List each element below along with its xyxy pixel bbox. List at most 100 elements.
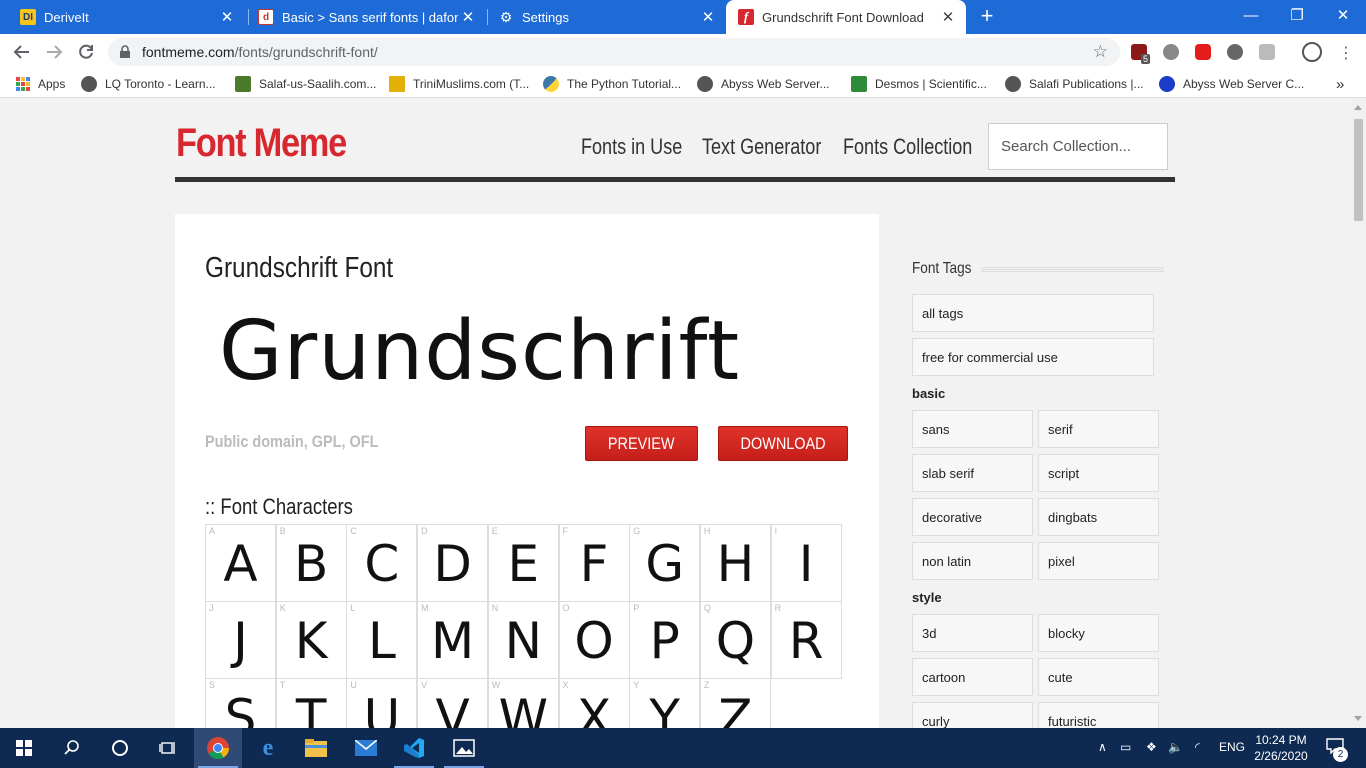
profile-avatar[interactable]	[1302, 42, 1322, 62]
bookmark-label: Salafi Publications |...	[1029, 77, 1144, 91]
tag-decorative[interactable]: decorative	[912, 498, 1033, 536]
character-cell: QQ	[699, 601, 771, 679]
taskbar-edge[interactable]: e	[244, 728, 292, 768]
taskbar-chrome[interactable]	[194, 728, 242, 768]
tag-non-latin[interactable]: non latin	[912, 542, 1033, 580]
tag-futuristic[interactable]: futuristic	[1038, 702, 1159, 728]
bookmark-abyss-web-server-c[interactable]: Abyss Web Server C...	[1159, 76, 1304, 92]
cortana-button[interactable]	[96, 728, 144, 768]
tag-serif[interactable]: serif	[1038, 410, 1159, 448]
bookmark-salafi-publications[interactable]: Salafi Publications |...	[1005, 76, 1144, 92]
address-bar[interactable]: fontmeme.com/fonts/grundschrift-font/ ☆	[108, 38, 1120, 66]
character-glyph: G	[645, 535, 685, 593]
download-button[interactable]: DOWNLOAD	[718, 426, 848, 461]
character-cell: LL	[346, 601, 418, 679]
bookmark-lq-toronto[interactable]: LQ Toronto - Learn...	[81, 76, 216, 92]
wifi-icon[interactable]: ◜	[1195, 740, 1200, 754]
tag-slab-serif[interactable]: slab serif	[912, 454, 1033, 492]
site-logo[interactable]: Font Meme	[176, 121, 347, 166]
search-collection-input[interactable]	[988, 123, 1168, 170]
extension-icon[interactable]	[1259, 44, 1275, 60]
character-glyph: Y	[649, 689, 680, 728]
taskbar-vscode[interactable]	[390, 728, 438, 768]
taskbar-file-explorer[interactable]	[292, 728, 340, 768]
tab-settings[interactable]: ⚙ Settings ✕	[478, 0, 726, 34]
extension-icon[interactable]	[1227, 44, 1243, 60]
tag-3d[interactable]: 3d	[912, 614, 1033, 652]
bookmark-trinimuslims[interactable]: TriniMuslims.com (T...	[389, 76, 529, 92]
bookmark-salaf-us-saalih[interactable]: Salaf-us-Saalih.com...	[235, 76, 376, 92]
character-cell: XX	[558, 678, 630, 728]
clock[interactable]: 10:24 PM 2/26/2020	[1248, 732, 1314, 764]
close-icon[interactable]: ✕	[698, 8, 718, 26]
menu-dots-icon[interactable]: ⋮	[1338, 43, 1354, 63]
extension-icon[interactable]	[1163, 44, 1179, 60]
nav-text-generator[interactable]: Text Generator	[702, 134, 821, 160]
bookmark-star-icon[interactable]: ☆	[1093, 42, 1108, 62]
character-glyph: N	[504, 612, 542, 670]
close-icon[interactable]: ✕	[217, 8, 237, 26]
tag-pixel[interactable]: pixel	[1038, 542, 1159, 580]
tag-cartoon[interactable]: cartoon	[912, 658, 1033, 696]
tag-curly[interactable]: curly	[912, 702, 1033, 728]
character-cell: EE	[487, 524, 559, 602]
tag-all-tags[interactable]: all tags	[912, 294, 1154, 332]
tab-dafont[interactable]: d Basic > Sans serif fonts | dafont.c ✕	[238, 0, 486, 34]
bookmark-abyss-web-server[interactable]: Abyss Web Server...	[697, 76, 830, 92]
page-scrollbar[interactable]	[1350, 99, 1366, 728]
character-cell: ZZ	[699, 678, 771, 728]
python-icon	[543, 76, 559, 92]
mail-icon	[355, 740, 377, 756]
nav-fonts-collection[interactable]: Fonts Collection	[843, 134, 972, 160]
tag-dingbats[interactable]: dingbats	[1038, 498, 1159, 536]
scrollbar-thumb[interactable]	[1354, 119, 1363, 221]
reload-button[interactable]	[74, 40, 98, 64]
forward-button[interactable]	[42, 40, 66, 64]
start-button[interactable]	[0, 728, 48, 768]
youtube-extension-icon[interactable]	[1195, 44, 1211, 60]
new-tab-button[interactable]: +	[976, 5, 998, 29]
task-view-button[interactable]	[144, 728, 192, 768]
tag-blocky[interactable]: blocky	[1038, 614, 1159, 652]
vscode-icon	[404, 738, 424, 758]
scroll-down-arrow[interactable]	[1354, 716, 1362, 721]
volume-icon[interactable]: 🔈	[1168, 740, 1183, 754]
close-icon[interactable]: ✕	[938, 8, 958, 26]
minimize-button[interactable]: —	[1228, 0, 1274, 30]
input-language[interactable]: ENG	[1219, 740, 1245, 754]
bookmark-python-tutorial[interactable]: The Python Tutorial...	[543, 76, 681, 92]
bookmark-apps[interactable]: Apps	[16, 76, 65, 92]
show-hidden-icons-button[interactable]: ∧	[1098, 740, 1107, 754]
tag-free-for-commercial-use[interactable]: free for commercial use	[912, 338, 1154, 376]
bookmark-label: Apps	[38, 77, 66, 91]
back-button[interactable]	[10, 40, 34, 64]
bookmark-label: Abyss Web Server C...	[1183, 77, 1305, 91]
taskbar-photos[interactable]	[440, 728, 488, 768]
more-bookmarks-button[interactable]: »	[1336, 76, 1344, 93]
preview-button[interactable]: PREVIEW	[585, 426, 698, 461]
character-cell: OO	[558, 601, 630, 679]
nav-fonts-in-use[interactable]: Fonts in Use	[581, 134, 682, 160]
bookmark-label: LQ Toronto - Learn...	[105, 77, 216, 91]
bookmark-desmos[interactable]: Desmos | Scientific...	[851, 76, 987, 92]
character-glyph: A	[223, 535, 258, 593]
tag-script[interactable]: script	[1038, 454, 1159, 492]
heading-rule	[981, 267, 1164, 272]
character-cell: AA	[205, 524, 276, 602]
tag-sans[interactable]: sans	[912, 410, 1033, 448]
tab-grundschrift[interactable]: f Grundschrift Font Download ✕	[726, 0, 966, 34]
dropbox-icon[interactable]: ❖	[1146, 740, 1157, 754]
search-button[interactable]	[48, 728, 96, 768]
taskbar-mail[interactable]	[342, 728, 390, 768]
battery-icon[interactable]: ▭	[1120, 740, 1131, 754]
scroll-up-arrow[interactable]	[1354, 105, 1362, 110]
tag-cute[interactable]: cute	[1038, 658, 1159, 696]
close-icon[interactable]: ✕	[458, 8, 478, 26]
restore-button[interactable]: ❐	[1274, 0, 1320, 30]
character-cell: TT	[275, 678, 347, 728]
close-window-button[interactable]: ✕	[1320, 0, 1366, 30]
browser-toolbar: fontmeme.com/fonts/grundschrift-font/ ☆ …	[0, 34, 1366, 70]
character-cell: VV	[417, 678, 489, 728]
tab-deriveit[interactable]: DI DeriveIt ✕	[0, 0, 245, 34]
globe-icon	[81, 76, 97, 92]
